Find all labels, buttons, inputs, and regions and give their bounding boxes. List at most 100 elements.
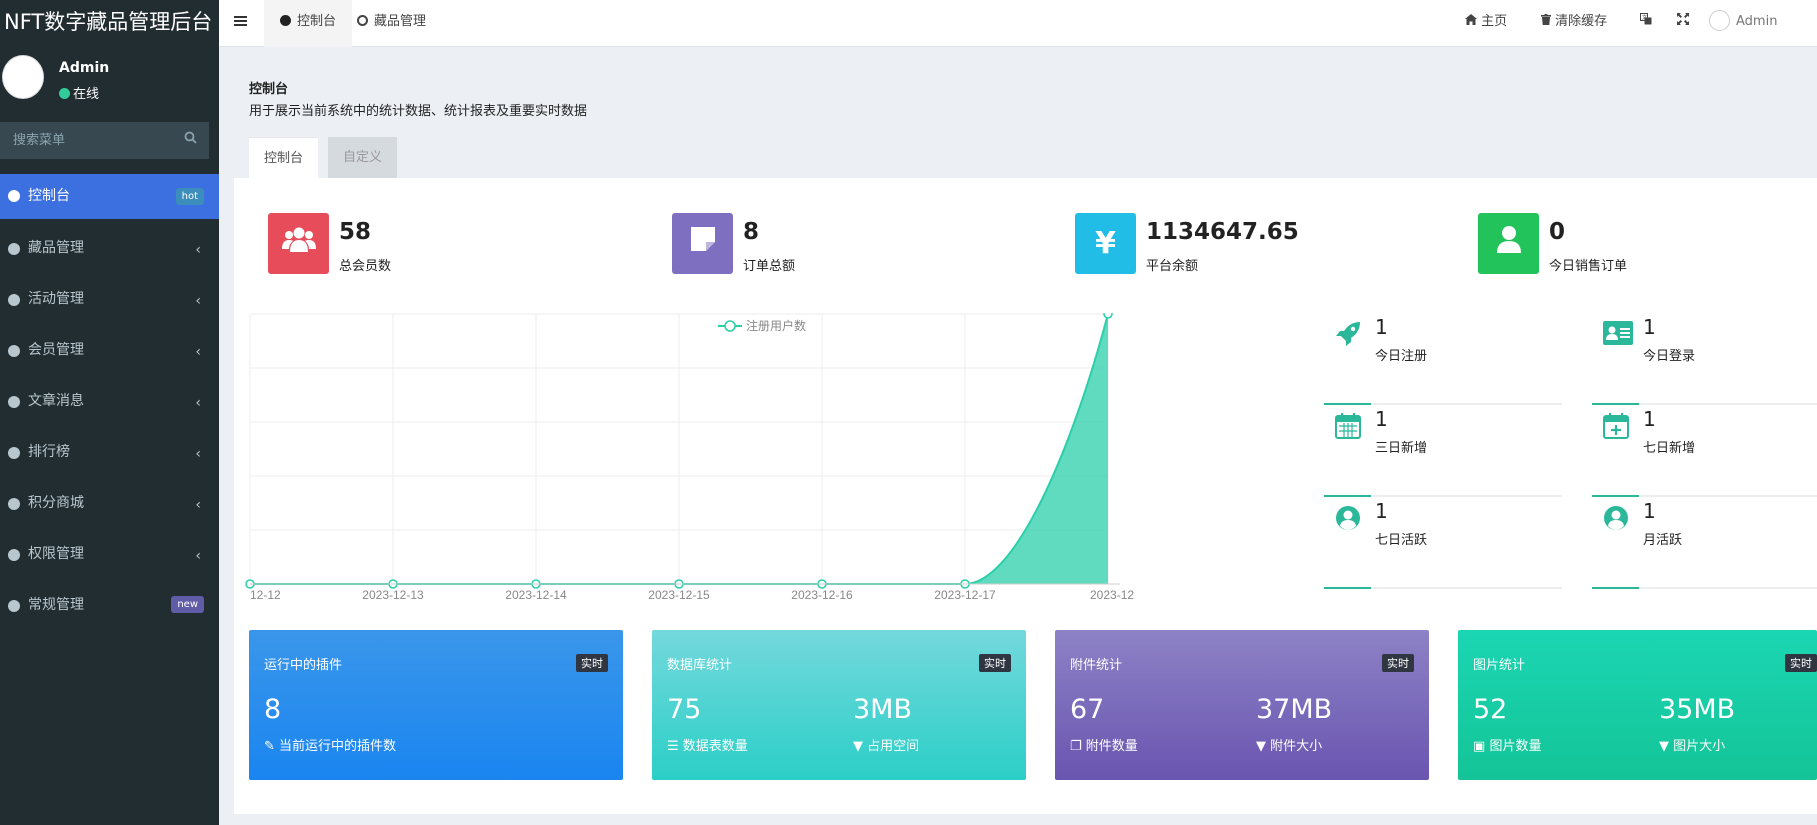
search-icon[interactable] (184, 122, 197, 159)
stat-label: 订单总额 (743, 259, 796, 274)
sidebar-item-permissions[interactable]: 权限管理 ‹ (0, 531, 219, 582)
database-icon: ☰ (667, 739, 679, 754)
x-tick-label: 2023-12-13 (362, 588, 424, 602)
mini-stat-today-login: 1 今日登录 (1592, 315, 1817, 405)
stat-label: 今日销售订单 (1549, 259, 1628, 274)
page-subtitle: 用于展示当前系统中的统计数据、统计报表及重要实时数据 (249, 104, 588, 119)
yen-icon: ¥ (1075, 213, 1136, 274)
search-input[interactable]: 搜索菜单 (0, 122, 209, 159)
stat-label: 总会员数 (339, 259, 392, 274)
sidebar-item-general[interactable]: 常规管理 new (0, 582, 219, 633)
card-database-stats: 数据库统计 实时 75 ☰ 数据表数量 3MB ▼ 占用空间 (652, 630, 1026, 780)
card-label: ☰ 数据表数量 (667, 735, 748, 754)
mini-stat-today-register: 1 今日注册 (1324, 315, 1562, 405)
sidebar-item-points-mall[interactable]: 积分商城 ‹ (0, 480, 219, 531)
card-value: 75 (667, 694, 702, 725)
files-icon: ❐ (1070, 739, 1082, 754)
mini-stat-value: 1 (1643, 407, 1656, 431)
mini-stat-three-day-new: 1 三日新增 (1324, 407, 1562, 497)
clear-cache-label: 清除缓存 (1555, 14, 1608, 29)
card-value: 52 (1473, 694, 1508, 725)
sidebar-item-label: 会员管理 (28, 342, 84, 358)
card-running-plugins: 运行中的插件 实时 8 ✎ 当前运行中的插件数 (249, 630, 623, 780)
chevron-left-icon: ‹ (195, 446, 201, 462)
mini-stat-underline (1324, 587, 1371, 589)
mini-stat-label: 七日活跃 (1375, 533, 1428, 548)
user-icon (1478, 213, 1539, 274)
sidebar-item-ranking[interactable]: 排行榜 ‹ (0, 429, 219, 480)
home-link[interactable]: 主页 (1465, 0, 1507, 47)
sidebar-item-dashboard[interactable]: 控制台 hot (0, 174, 219, 219)
card-image-stats: 图片统计 实时 52 ▣ 图片数量 35MB ▼ 图片大小 (1458, 630, 1817, 780)
mini-stat-monthly-active: 1 月活跃 (1592, 499, 1817, 589)
sidebar-item-members[interactable]: 会员管理 ‹ (0, 327, 219, 378)
new-badge: new (171, 596, 204, 613)
avatar (2, 55, 44, 99)
filter-icon: ▼ (853, 739, 863, 754)
card-value: 67 (1070, 694, 1105, 725)
online-dot-icon (59, 88, 70, 99)
calendar-icon (1335, 413, 1361, 443)
fullscreen-icon[interactable] (1677, 0, 1689, 47)
card-title: 数据库统计 (667, 658, 733, 673)
circle-icon (8, 549, 20, 561)
sidebar: NFT数字藏品管理后台 Admin 在线 搜索菜单 控制台 hot 藏品管理 ‹ 活… (0, 0, 219, 825)
card-label-text: 数据表数量 (682, 739, 748, 754)
admin-menu[interactable]: Admin (1709, 0, 1777, 47)
sidebar-item-articles[interactable]: 文章消息 ‹ (0, 378, 219, 429)
mini-stat-value: 1 (1375, 407, 1388, 431)
user-status-text: 在线 (73, 87, 100, 102)
sidebar-item-collections[interactable]: 藏品管理 ‹ (0, 225, 219, 276)
card-value: 37MB (1256, 694, 1333, 725)
translate-icon[interactable]: 文 (1640, 0, 1652, 47)
x-tick-label: 2023-12-16 (791, 588, 853, 602)
mini-stat-value: 1 (1375, 499, 1388, 523)
stat-value: 58 (339, 219, 372, 245)
chevron-left-icon: ‹ (195, 293, 201, 309)
stat-value: 1134647.65 (1146, 219, 1299, 245)
mini-stat-underline (1324, 495, 1371, 497)
trash-icon (1541, 14, 1551, 29)
circle-icon (8, 294, 20, 306)
mini-stat-value: 1 (1643, 315, 1656, 339)
card-label-text: 图片数量 (1489, 739, 1542, 754)
mini-stat-underline (1592, 403, 1639, 405)
circle-icon (8, 243, 20, 255)
mini-stat-underline (1324, 403, 1371, 405)
mini-stat-underline (1592, 495, 1639, 497)
card-label: ▣ 图片数量 (1473, 735, 1541, 754)
id-card-icon (1603, 321, 1633, 349)
circle-icon (8, 345, 20, 357)
tab-collections[interactable]: 藏品管理 (341, 0, 442, 47)
note-icon (672, 213, 733, 274)
top-navbar: 控制台 藏品管理 主页 清除缓存 文 Admin (219, 0, 1817, 47)
menu-toggle-icon[interactable] (234, 12, 247, 31)
x-tick-label: 2023-12-17 (934, 588, 996, 602)
stat-value: 0 (1549, 219, 1566, 245)
card-value: 3MB (853, 694, 912, 725)
legend-marker (724, 320, 736, 332)
mini-stat-label: 七日新增 (1643, 441, 1696, 456)
clear-cache-button[interactable]: 清除缓存 (1541, 0, 1607, 47)
realtime-badge: 实时 (1785, 654, 1817, 672)
tab-dashboard[interactable]: 控制台 (264, 0, 353, 47)
mini-stat-label: 今日注册 (1375, 349, 1428, 364)
sidebar-item-activities[interactable]: 活动管理 ‹ (0, 276, 219, 327)
card-label: ▼ 占用空间 (853, 735, 919, 754)
card-label-text: 占用空间 (867, 739, 920, 754)
mini-stat-underline (1592, 587, 1639, 589)
page-title: 控制台 (249, 82, 289, 97)
sidebar-item-label: 权限管理 (28, 546, 84, 562)
tab-dashboard-view[interactable]: 控制台 (249, 137, 319, 179)
mini-stat-seven-day-active: 1 七日活跃 (1324, 499, 1562, 589)
circle-icon (8, 600, 20, 612)
tab-label: 控制台 (297, 14, 337, 29)
card-label: ▼ 图片大小 (1659, 735, 1725, 754)
calendar-plus-icon (1603, 413, 1629, 443)
legend-label: 注册用户数 (746, 318, 806, 333)
tab-customize[interactable]: 自定义 (328, 137, 398, 179)
circle-outline-icon (357, 15, 368, 26)
home-label: 主页 (1481, 14, 1508, 29)
card-title: 图片统计 (1473, 658, 1526, 673)
user-panel: Admin 在线 (0, 47, 219, 117)
